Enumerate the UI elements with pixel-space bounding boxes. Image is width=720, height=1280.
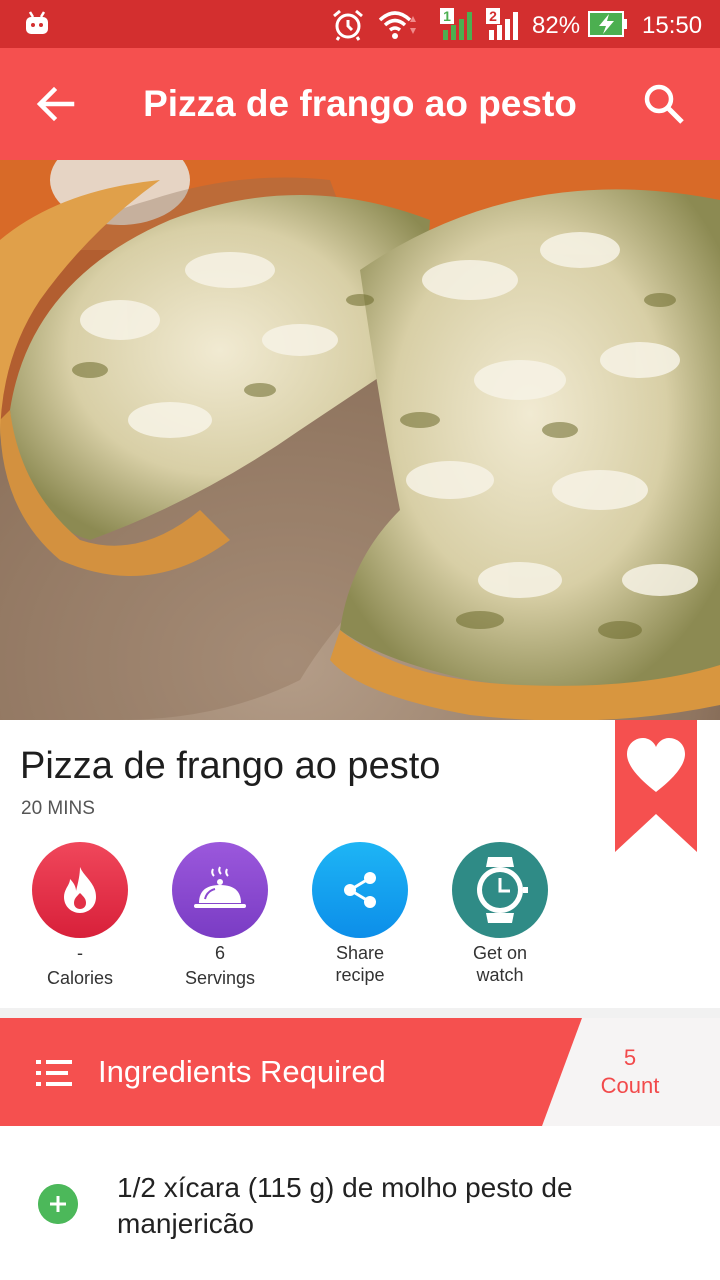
svg-text:2: 2 [489,8,497,24]
search-icon[interactable] [642,82,686,126]
svg-text:1: 1 [443,8,451,24]
list-icon [36,1060,72,1086]
wifi-icon [378,11,416,39]
ingredients-count: 5 Count [580,1044,680,1100]
ingredient-text: 1/2 xícara (115 g) de molho pesto de man… [117,1172,573,1239]
pizza-image [0,160,720,720]
section-divider [0,1008,720,1018]
arrow-back-icon[interactable] [34,84,78,124]
get-on-watch-button[interactable]: Get on watch [445,842,555,986]
alarm-icon [333,9,363,41]
favorite-bookmark-button[interactable] [615,720,697,852]
calories-label: Calories [46,968,114,988]
app-toolbar: Pizza de frango ao pesto [0,48,720,160]
calories-value: - [77,943,83,963]
android-notification-icon [26,11,48,34]
calories-stat: - Calories [25,842,135,989]
watch-icon [477,857,528,923]
recipe-title: Pizza de frango ao pesto [20,745,441,787]
clock: 15:50 [642,12,703,39]
status-bar: 1 2 82% 15:50 [0,0,720,48]
cloche-icon [194,866,246,908]
ingredients-header: Ingredients Required 5 Count [0,1018,720,1126]
servings-badge [172,842,268,938]
ingredients-count-value: 5 [623,1045,637,1070]
share-badge[interactable] [312,842,408,938]
recipe-time: 20 MINS [21,798,95,819]
flame-icon [64,867,96,913]
toolbar-title: Pizza de frango ao pesto [143,83,577,124]
share-icon [344,872,376,908]
watch-badge[interactable] [452,842,548,938]
watch-label-1: Get on [472,943,528,963]
watch-label-2: watch [476,965,524,985]
battery-charging-icon [588,11,627,37]
plus-icon[interactable] [38,1184,78,1224]
signal-sim2-icon: 2 [486,8,518,40]
ingredients-count-label: Count [600,1073,660,1098]
share-label-1: Share [335,943,385,963]
servings-value: 6 [214,943,225,963]
battery-percent: 82% [532,12,581,39]
calories-badge [32,842,128,938]
share-recipe-button[interactable]: Share recipe [305,842,415,986]
servings-label: Servings [184,968,256,988]
signal-sim1-icon: 1 [440,8,472,40]
recipe-photo [0,160,720,720]
ingredient-list-item[interactable]: 1/2 xícara (115 g) de molho pesto de man… [0,1126,720,1280]
ingredients-header-label: Ingredients Required [98,1054,386,1089]
share-label-2: recipe [335,965,385,985]
servings-stat: 6 Servings [165,842,275,989]
